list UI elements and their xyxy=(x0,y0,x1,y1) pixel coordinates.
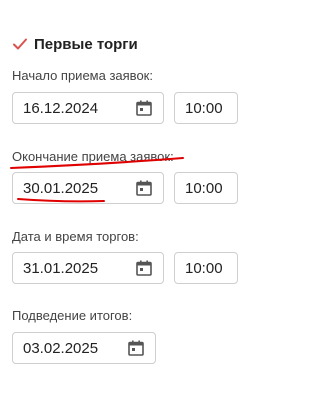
start-date-value: 16.12.2024 xyxy=(23,100,99,117)
calendar-icon[interactable] xyxy=(135,179,153,197)
auction-time-input[interactable]: 10:00 xyxy=(174,252,238,284)
results-date-value: 03.02.2025 xyxy=(23,340,99,357)
checkmark-icon xyxy=(13,38,27,50)
end-time-value: 10:00 xyxy=(185,180,223,197)
auction-date-input[interactable]: 31.01.2025 xyxy=(12,252,164,284)
first-auction-title: Первые торги xyxy=(34,35,138,53)
calendar-icon[interactable] xyxy=(135,99,153,117)
first-auction-checkbox[interactable] xyxy=(12,36,28,52)
auction-time-value: 10:00 xyxy=(185,260,223,277)
results-label: Подведение итогов: xyxy=(12,308,133,323)
calendar-icon[interactable] xyxy=(135,259,153,277)
end-applications-label: Окончание приема заявок: xyxy=(12,149,174,164)
start-applications-label: Начало приема заявок: xyxy=(12,68,153,83)
end-time-input[interactable]: 10:00 xyxy=(174,172,238,204)
first-auction-header: Первые торги xyxy=(12,34,138,54)
end-date-input[interactable]: 30.01.2025 xyxy=(12,172,164,204)
end-date-value: 30.01.2025 xyxy=(23,180,99,197)
auction-date-value: 31.01.2025 xyxy=(23,260,99,277)
start-time-value: 10:00 xyxy=(185,100,223,117)
calendar-icon[interactable] xyxy=(127,339,145,357)
start-time-input[interactable]: 10:00 xyxy=(174,92,238,124)
results-date-input[interactable]: 03.02.2025 xyxy=(12,332,156,364)
auction-datetime-label: Дата и время торгов: xyxy=(12,229,139,244)
start-date-input[interactable]: 16.12.2024 xyxy=(12,92,164,124)
